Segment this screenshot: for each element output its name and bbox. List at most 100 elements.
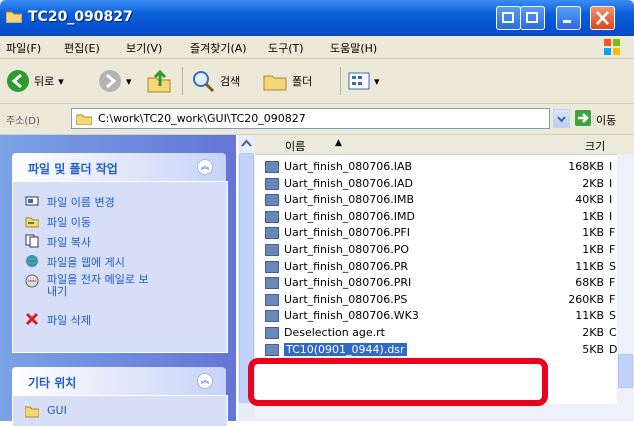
file-name: Uart_finish_080706.WK3 — [284, 309, 419, 323]
up-folder-button[interactable] — [146, 67, 172, 95]
file-tasks-header[interactable]: 파일 및 폴더 작업 ︽ — [12, 153, 226, 181]
file-row[interactable]: Uart_finish_080706.IMD 1KB I — [262, 209, 622, 225]
menu-view[interactable]: 보기(V) — [126, 40, 162, 56]
file-list-horizontal-scrollbar[interactable] — [255, 404, 634, 421]
file-type: I — [609, 176, 613, 190]
menu-edit[interactable]: 편집(E) — [64, 40, 100, 56]
search-icon — [193, 71, 215, 93]
menu-favorites[interactable]: 즐겨찾기(A) — [190, 40, 247, 56]
file-row[interactable]: TC10(0901_0944).dsr 5KB D — [262, 342, 622, 358]
minimize-button[interactable] — [520, 6, 545, 30]
other-places-panel: GUI — [12, 395, 228, 427]
file-row[interactable]: Uart_finish_080706.PR 11KB S — [262, 259, 622, 275]
file-size: 11KB — [575, 309, 604, 323]
menu-tools[interactable]: 도구(T) — [268, 40, 304, 56]
file-type: S — [609, 259, 616, 273]
file-name: Uart_finish_080706.IMD — [284, 209, 415, 223]
file-name: Uart_finish_080706.PFI — [284, 226, 410, 240]
back-button[interactable]: 뒤로 ▾ — [6, 67, 64, 95]
file-row[interactable]: Uart_finish_080706.PO 1KB F — [262, 242, 622, 258]
file-size: 11KB — [575, 259, 604, 273]
file-name: Uart_finish_080706.IAB — [284, 160, 413, 173]
task-email[interactable]: 파일을 전자 메일로 보내기 — [25, 274, 175, 304]
file-row[interactable]: Uart_finish_080706.PS 260KB F — [262, 292, 622, 308]
rename-icon — [25, 196, 39, 206]
file-name: Uart_finish_080706.IAD — [284, 176, 414, 190]
file-icon — [265, 227, 279, 240]
file-type: I — [609, 209, 613, 223]
up-folder-icon — [147, 69, 171, 93]
file-name: Uart_finish_080706.IMB — [284, 193, 415, 207]
file-name: Uart_finish_080706.PO — [284, 243, 410, 256]
file-type: F — [609, 276, 616, 290]
file-icon — [265, 343, 279, 356]
file-icon — [265, 194, 279, 207]
help-button[interactable] — [496, 6, 521, 30]
file-tasks-title: 파일 및 폴더 작업 — [28, 162, 118, 176]
chevron-down-icon: ▾ — [126, 74, 132, 88]
windows-logo-icon — [604, 39, 620, 55]
other-places-header[interactable]: 기타 위치 ︽ — [12, 367, 226, 395]
address-path: C:\work\TC20_work\GUI\TC20_090827 — [98, 112, 306, 125]
file-type: I — [609, 160, 613, 173]
column-size[interactable]: 크기 — [585, 138, 605, 154]
file-name: TC10(0901_0944).dsr — [284, 342, 407, 356]
file-type: I — [609, 193, 613, 207]
delete-icon — [25, 312, 39, 326]
collapse-icon[interactable]: ︽ — [197, 373, 213, 389]
address-dropdown-button[interactable] — [553, 109, 570, 128]
scroll-up-icon[interactable] — [238, 135, 255, 152]
maximize-button[interactable] — [556, 6, 581, 30]
go-label[interactable]: 이동 — [596, 112, 616, 128]
go-button[interactable] — [575, 110, 591, 126]
folder-icon — [76, 114, 92, 125]
file-row[interactable]: Uart_finish_080706.IAD 2KB I — [262, 176, 622, 192]
menu-help[interactable]: 도움말(H) — [330, 40, 377, 56]
file-icon — [265, 327, 279, 339]
folder-icon — [6, 11, 22, 23]
scrollbar-thumb[interactable] — [618, 354, 633, 388]
close-button[interactable] — [590, 6, 615, 30]
file-type: F — [609, 292, 616, 306]
views-button[interactable]: ▾ — [348, 67, 380, 95]
window-title: TC20_090827 — [28, 9, 133, 25]
collapse-icon[interactable]: ︽ — [197, 159, 213, 175]
file-type: C — [609, 326, 617, 339]
address-input[interactable]: C:\work\TC20_work\GUI\TC20_090827 — [71, 108, 550, 129]
file-row[interactable]: Uart_finish_080706.PFI 1KB F — [262, 225, 622, 241]
file-tasks-panel: 파일 이름 변경 파일 이동 파일 복사 파일을 웹에 게시 파일을 전자 메일… — [12, 181, 228, 353]
explorer-window: TC20_090827 파일(F) 편집(E) 보기(V) 즐겨찾기(A) 도구… — [0, 0, 634, 427]
file-row[interactable]: Deselection age.rt 2KB C — [262, 325, 622, 341]
file-row[interactable]: Uart_finish_080706.IAB 168KB I — [262, 159, 622, 175]
file-size: 168KB — [568, 160, 604, 173]
file-size: 1KB — [582, 209, 604, 223]
file-list-scrollbar[interactable] — [617, 154, 634, 404]
file-icon — [265, 210, 279, 223]
search-button[interactable]: 검색 — [190, 67, 240, 95]
file-icon — [265, 244, 279, 256]
file-name: Uart_finish_080706.PS — [284, 292, 408, 306]
column-name[interactable]: 이름 — [285, 138, 305, 154]
folders-button[interactable]: 폴더 — [262, 67, 312, 95]
file-row[interactable]: Uart_finish_080706.IMB 40KB I — [262, 192, 622, 208]
file-icon — [265, 293, 279, 306]
file-row[interactable]: Uart_finish_080706.WK3 11KB S — [262, 308, 622, 324]
file-size: 5KB — [582, 342, 604, 356]
highlight-annotation-box — [248, 358, 548, 406]
file-name: Uart_finish_080706.PR — [284, 259, 409, 273]
file-type: F — [609, 243, 616, 256]
chevron-down-icon: ▾ — [374, 74, 380, 88]
sort-ascending-icon: ▲ — [335, 138, 342, 148]
task-pane: 파일 및 폴더 작업 ︽ 파일 이름 변경 파일 이동 파일 복사 파일을 웹에… — [0, 135, 236, 427]
file-row[interactable]: Uart_finish_080706.PRI 68KB F — [262, 275, 622, 291]
title-bar[interactable]: TC20_090827 — [0, 0, 634, 36]
forward-arrow-icon — [99, 70, 121, 92]
menu-file[interactable]: 파일(F) — [6, 40, 41, 56]
menu-bar: 파일(F) 편집(E) 보기(V) 즐겨찾기(A) 도구(T) 도움말(H) — [0, 36, 634, 59]
column-header: 이름 ▲ 크기 — [255, 135, 634, 155]
file-icon — [265, 177, 279, 190]
go-arrow-icon — [578, 113, 589, 123]
file-name: Uart_finish_080706.PRI — [284, 276, 412, 290]
back-label: 뒤로 — [34, 75, 55, 88]
forward-button[interactable]: ▾ — [98, 67, 132, 95]
